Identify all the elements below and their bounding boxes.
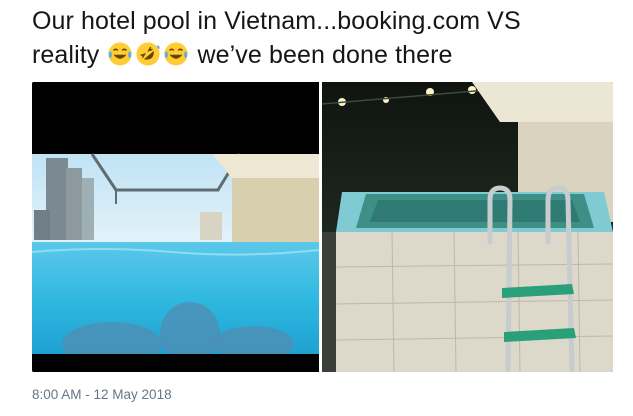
tweet-timestamp[interactable]: 8:00 AM - 12 May 2018 (32, 387, 172, 402)
booking-photo[interactable] (32, 82, 319, 372)
tweet-text: Our hotel pool in Vietnam...booking.com … (32, 4, 622, 72)
tweet-text-line2-end: we’ve been done there (197, 41, 453, 69)
tears-of-joy-emoji-icon (108, 42, 132, 66)
media-grid (32, 82, 613, 372)
rolling-laughing-emoji-icon (136, 42, 161, 66)
tweet-text-line2-start: reality (32, 41, 100, 69)
tweet-text-line1: Our hotel pool in Vietnam...booking.com … (32, 7, 521, 35)
tears-of-joy-emoji-icon (164, 42, 188, 66)
reality-photo[interactable] (322, 82, 613, 372)
